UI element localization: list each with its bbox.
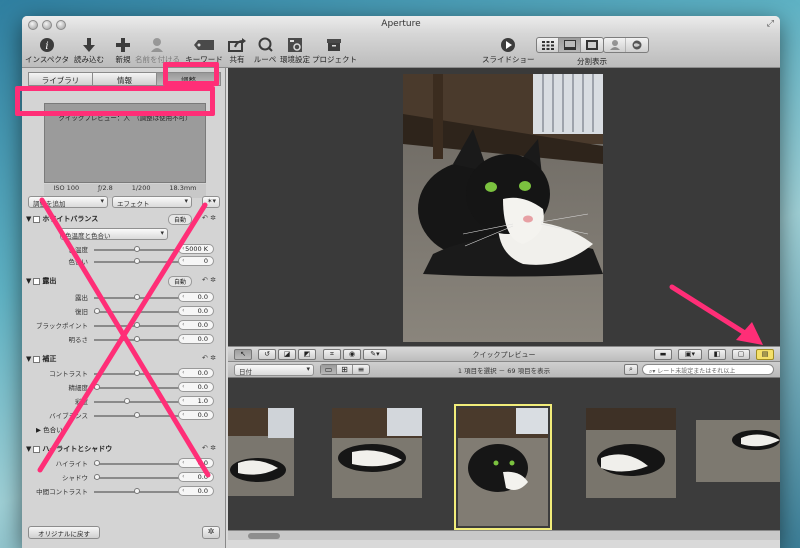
annotation-arrow-shaft (669, 284, 751, 338)
annotation-overlay (37, 197, 763, 478)
annotation-arrow-head (736, 322, 763, 345)
